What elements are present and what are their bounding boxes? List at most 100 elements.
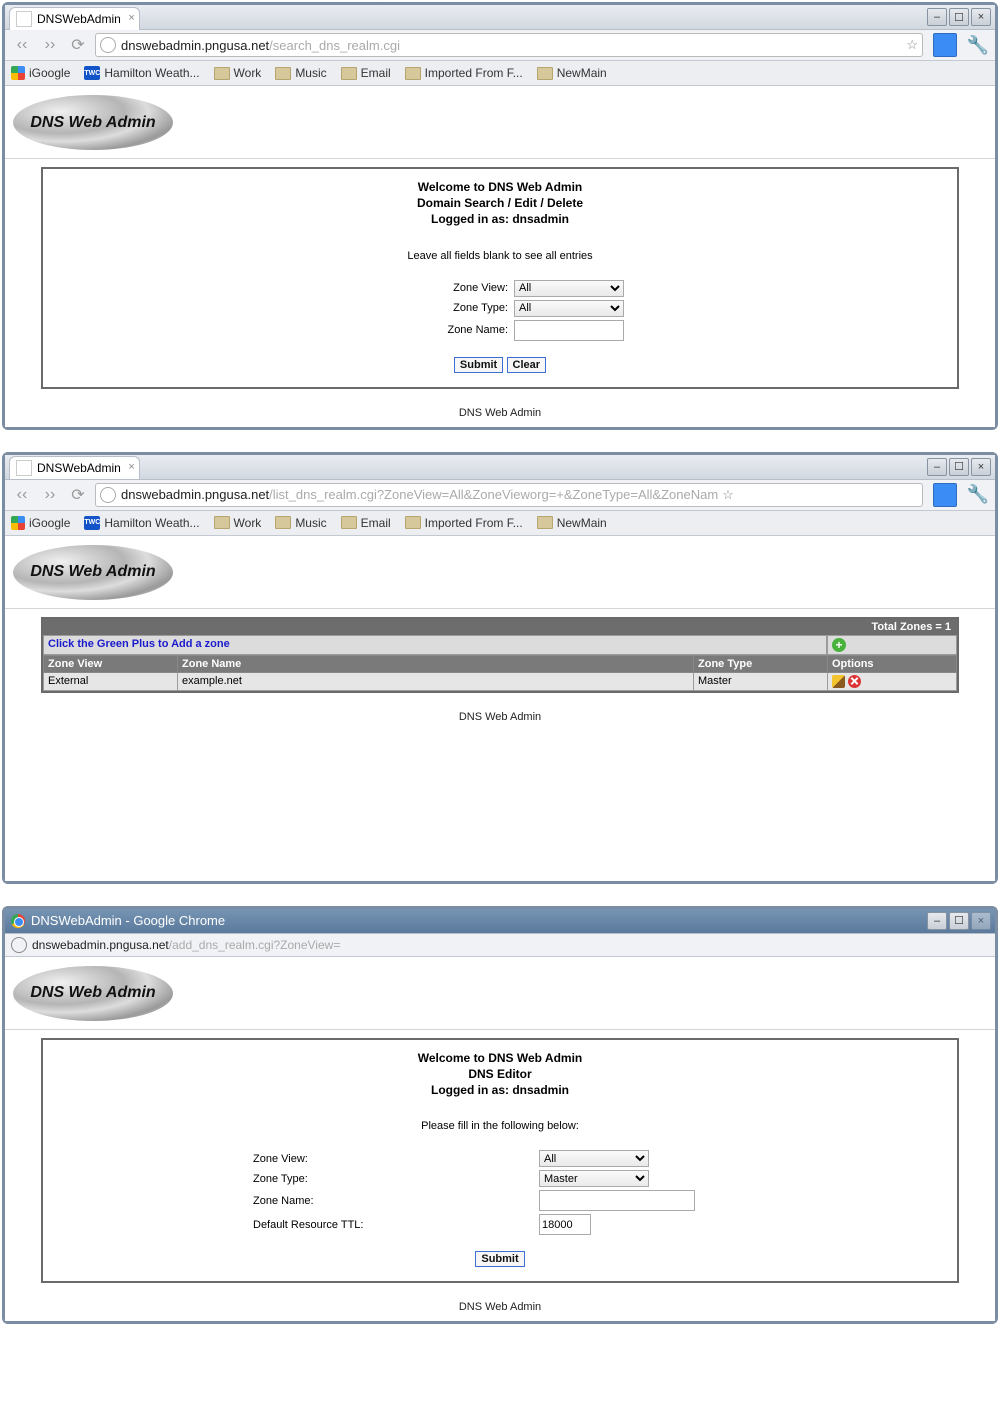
- bookmark-imported[interactable]: Imported From F...: [405, 516, 523, 530]
- window-close-icon[interactable]: ×: [971, 912, 991, 930]
- folder-icon: [405, 516, 421, 529]
- reload-icon[interactable]: ⟳: [67, 484, 89, 506]
- label-zone-name: Zone Name:: [53, 1195, 539, 1207]
- bookmark-newmain[interactable]: NewMain: [537, 516, 607, 530]
- settings-wrench-icon[interactable]: 🔧: [967, 34, 989, 56]
- panel-heading: Welcome to DNS Web Admin DNS Editor Logg…: [53, 1050, 947, 1099]
- reload-icon[interactable]: ⟳: [67, 34, 89, 56]
- window-close-icon[interactable]: ×: [971, 458, 991, 476]
- twc-icon: TWC: [84, 66, 100, 80]
- label-default-ttl: Default Resource TTL:: [53, 1219, 539, 1231]
- folder-icon: [341, 516, 357, 529]
- bookmark-music[interactable]: Music: [275, 516, 326, 530]
- url-input[interactable]: dnswebadmin.pngusa.net/search_dns_realm.…: [95, 33, 923, 57]
- zone-name-input[interactable]: [514, 320, 624, 341]
- window-close-icon[interactable]: ×: [971, 8, 991, 26]
- bookmark-hamilton[interactable]: TWCHamilton Weath...: [84, 516, 199, 530]
- url-host: dnswebadmin.pngusa.net: [121, 487, 269, 502]
- bookmark-imported[interactable]: Imported From F...: [405, 66, 523, 80]
- forward-icon[interactable]: ››: [39, 34, 61, 56]
- window-minimize-icon[interactable]: –: [927, 8, 947, 26]
- label-zone-type: Zone Type:: [53, 1173, 539, 1185]
- browser-tab[interactable]: DNSWebAdmin ×: [9, 7, 140, 30]
- igoogle-icon: [11, 516, 25, 530]
- col-zone-type: Zone Type: [694, 655, 828, 672]
- separator: [5, 158, 995, 159]
- col-zone-view: Zone View: [44, 655, 178, 672]
- zone-view-select[interactable]: All: [514, 280, 624, 297]
- browser-tab[interactable]: DNSWebAdmin ×: [9, 456, 140, 479]
- window-title: DNSWebAdmin - Google Chrome: [31, 913, 225, 928]
- tab-close-icon[interactable]: ×: [128, 12, 134, 24]
- add-zone-cell: +: [827, 635, 957, 655]
- col-options: Options: [828, 655, 957, 672]
- page-footer: DNS Web Admin: [5, 1291, 995, 1321]
- default-ttl-input[interactable]: [539, 1214, 591, 1235]
- zone-name-input[interactable]: [539, 1190, 695, 1211]
- label-zone-name: Zone Name:: [53, 324, 514, 336]
- igoogle-icon: [11, 66, 25, 80]
- url-bar[interactable]: dnswebadmin.pngusa.net/add_dns_realm.cgi…: [5, 934, 995, 957]
- page-footer: DNS Web Admin: [5, 397, 995, 427]
- edit-pencil-icon[interactable]: [832, 675, 845, 688]
- add-zone-plus-icon[interactable]: +: [832, 638, 846, 652]
- app-logo: DNS Web Admin: [13, 545, 173, 600]
- page-content: DNS Web Admin Total Zones = 1 Click the …: [5, 536, 995, 881]
- panel-heading: Welcome to DNS Web Admin Domain Search /…: [53, 179, 947, 228]
- window-controls: – ☐ ×: [927, 8, 991, 26]
- bookmarks-bar: iGoogle TWCHamilton Weath... Work Music …: [5, 61, 995, 86]
- bookmark-newmain[interactable]: NewMain: [537, 66, 607, 80]
- editor-panel: Welcome to DNS Web Admin DNS Editor Logg…: [41, 1038, 959, 1284]
- settings-wrench-icon[interactable]: 🔧: [967, 484, 989, 506]
- browser-window-editor: DNSWebAdmin - Google Chrome – ☐ × dnsweb…: [2, 906, 998, 1325]
- zone-type-select[interactable]: Master: [539, 1170, 649, 1187]
- forward-icon[interactable]: ››: [39, 484, 61, 506]
- panel-hint: Leave all fields blank to see all entrie…: [53, 250, 947, 262]
- browser-window-list: DNSWebAdmin × – ☐ × ‹‹ ›› ⟳ dnswebadmin.…: [2, 452, 998, 884]
- delete-icon[interactable]: [848, 675, 861, 688]
- window-minimize-icon[interactable]: –: [927, 458, 947, 476]
- label-zone-view: Zone View:: [53, 282, 514, 294]
- window-controls: – ☐ ×: [927, 912, 991, 930]
- url-host: dnswebadmin.pngusa.net: [32, 938, 169, 952]
- window-maximize-icon[interactable]: ☐: [949, 458, 969, 476]
- tab-close-icon[interactable]: ×: [128, 461, 134, 473]
- window-titlebar: DNSWebAdmin - Google Chrome – ☐ ×: [5, 909, 995, 934]
- bookmark-work[interactable]: Work: [214, 66, 262, 80]
- bookmark-work[interactable]: Work: [214, 516, 262, 530]
- app-logo: DNS Web Admin: [13, 966, 173, 1021]
- submit-button[interactable]: Submit: [475, 1251, 524, 1267]
- folder-icon: [214, 67, 230, 80]
- bookmark-igoogle[interactable]: iGoogle: [11, 516, 70, 530]
- label-zone-view: Zone View:: [53, 1153, 539, 1165]
- bookmark-email[interactable]: Email: [341, 516, 391, 530]
- bookmark-music[interactable]: Music: [275, 66, 326, 80]
- url-input[interactable]: dnswebadmin.pngusa.net/list_dns_realm.cg…: [95, 483, 923, 507]
- bookmark-star-icon[interactable]: ☆: [906, 37, 918, 53]
- add-zone-row: Click the Green Plus to Add a zone +: [43, 635, 957, 655]
- url-path: /add_dns_realm.cgi?ZoneView=: [169, 938, 341, 952]
- page-action-icon[interactable]: [933, 33, 957, 57]
- back-icon[interactable]: ‹‹: [11, 484, 33, 506]
- tab-favicon: [16, 11, 32, 27]
- clear-button[interactable]: Clear: [507, 357, 547, 373]
- zone-type-select[interactable]: All: [514, 300, 624, 317]
- bookmark-star-icon[interactable]: ☆: [722, 487, 734, 503]
- globe-icon: [100, 487, 116, 503]
- bookmark-hamilton[interactable]: TWCHamilton Weath...: [84, 66, 199, 80]
- submit-button[interactable]: Submit: [454, 357, 503, 373]
- zone-view-select[interactable]: All: [539, 1150, 649, 1167]
- window-controls: – ☐ ×: [927, 458, 991, 476]
- twc-icon: TWC: [84, 516, 100, 530]
- bookmark-email[interactable]: Email: [341, 66, 391, 80]
- window-maximize-icon[interactable]: ☐: [949, 912, 969, 930]
- window-maximize-icon[interactable]: ☐: [949, 8, 969, 26]
- window-minimize-icon[interactable]: –: [927, 912, 947, 930]
- list-panel: Total Zones = 1 Click the Green Plus to …: [41, 617, 959, 693]
- back-icon[interactable]: ‹‹: [11, 34, 33, 56]
- page-action-icon[interactable]: [933, 483, 957, 507]
- separator: [5, 1029, 995, 1030]
- bookmark-igoogle[interactable]: iGoogle: [11, 66, 70, 80]
- folder-icon: [275, 516, 291, 529]
- tab-title: DNSWebAdmin: [37, 12, 121, 26]
